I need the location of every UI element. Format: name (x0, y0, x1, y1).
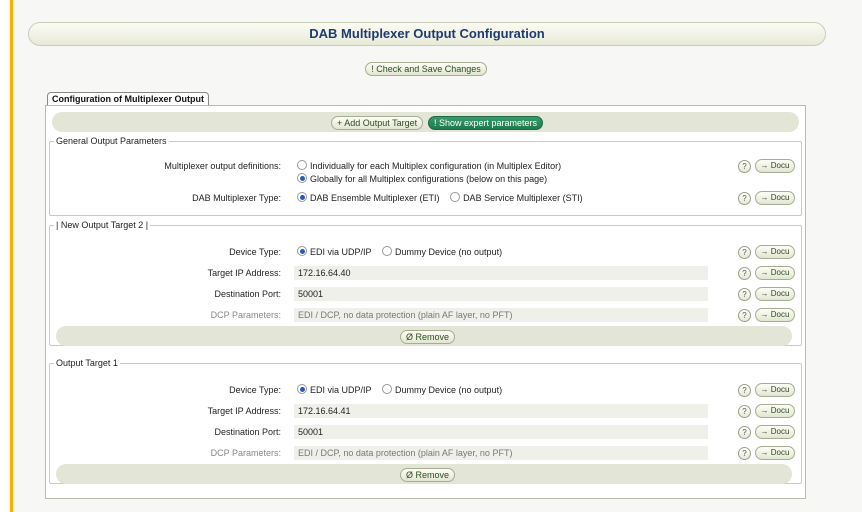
target-ip-label: Target IP Address: (207, 406, 281, 416)
check-save-button[interactable]: ! Check and Save Changes (365, 62, 487, 76)
mux-defs-option-2: Globally for all Multiplex configuration… (297, 171, 547, 187)
help-icon[interactable]: ? (738, 426, 751, 439)
add-output-target-button[interactable]: + Add Output Target (331, 116, 424, 130)
mux-defs-option-2-text: Globally for all Multiplex configuration… (310, 174, 548, 184)
docu-button[interactable]: → Docu (755, 383, 795, 397)
config-panel: + Add Output Target ! Show expert parame… (45, 105, 806, 499)
radio-edi[interactable] (297, 384, 307, 394)
radio-globally[interactable] (297, 173, 307, 183)
help-icon[interactable]: ? (738, 192, 751, 205)
dcp-parameters-select[interactable]: EDI / DCP, no data protection (plain AF … (294, 446, 708, 460)
device-type-label: Device Type: (229, 385, 281, 395)
target-ip-input[interactable]: 172.16.64.40 (294, 266, 708, 280)
show-expert-parameters-button[interactable]: ! Show expert parameters (428, 116, 544, 130)
mux-defs-option-1-text: Individually for each Multiplex configur… (310, 161, 562, 171)
tab-multiplexer-output[interactable]: Configuration of Multiplexer Output (47, 92, 209, 106)
docu-button[interactable]: → Docu (755, 446, 795, 460)
destination-port-row: Destination Port: 50001 ? → Docu (50, 286, 801, 302)
remove-button[interactable]: Ø Remove (400, 330, 456, 344)
help-icon[interactable]: ? (738, 267, 751, 280)
device-type-row: Device Type: EDI via UDP/IP Dummy Device… (50, 382, 801, 398)
destination-port-label: Destination Port: (214, 427, 281, 437)
docu-button[interactable]: → Docu (755, 308, 795, 322)
device-type-options: EDI via UDP/IP Dummy Device (no output) (297, 382, 510, 398)
radio-dummy[interactable] (382, 246, 393, 256)
radio-dummy[interactable] (382, 384, 393, 394)
destination-port-input[interactable]: 50001 (294, 425, 708, 439)
mux-type-row: DAB Multiplexer Type: DAB Ensemble Multi… (50, 190, 801, 206)
device-option-1-text: EDI via UDP/IP (310, 385, 372, 395)
mux-type-label: DAB Multiplexer Type: (192, 193, 281, 203)
help-icon[interactable]: ? (738, 384, 751, 397)
docu-button[interactable]: → Docu (755, 425, 795, 439)
output-target-legend: Output Target 1 (56, 358, 118, 368)
target-ip-row: Target IP Address: 172.16.64.40 ? → Docu (50, 265, 801, 281)
remove-bar: Ø Remove (56, 464, 792, 484)
docu-button[interactable]: → Docu (755, 266, 795, 280)
destination-port-label: Destination Port: (214, 289, 281, 299)
help-icon[interactable]: ? (738, 405, 751, 418)
mux-type-option-2-text: DAB Service Multiplexer (STI) (463, 193, 583, 203)
help-icon[interactable]: ? (738, 246, 751, 259)
dcp-parameters-row: DCP Parameters: EDI / DCP, no data prote… (50, 445, 801, 461)
device-type-options: EDI via UDP/IP Dummy Device (no output) (297, 244, 510, 260)
device-option-1-text: EDI via UDP/IP (310, 247, 372, 257)
radio-individually[interactable] (297, 160, 307, 170)
dcp-parameters-label: DCP Parameters: (210, 310, 281, 320)
destination-port-input[interactable]: 50001 (294, 287, 708, 301)
docu-button[interactable]: → Docu (755, 245, 795, 259)
dcp-parameters-select[interactable]: EDI / DCP, no data protection (plain AF … (294, 308, 708, 322)
help-icon[interactable]: ? (738, 288, 751, 301)
general-output-group: General Output Parameters Multiplexer ou… (49, 136, 802, 216)
output-target-group: | New Output Target 2 | Device Type: EDI… (49, 220, 802, 346)
help-icon[interactable]: ? (738, 447, 751, 460)
output-target-group: Output Target 1 Device Type: EDI via UDP… (49, 358, 802, 484)
device-option-2-text: Dummy Device (no output) (395, 385, 503, 395)
output-target-legend: | New Output Target 2 | (56, 220, 149, 230)
dcp-parameters-label: DCP Parameters: (210, 448, 281, 458)
mux-defs-row-2: Globally for all Multiplex configuration… (50, 171, 801, 187)
dcp-parameters-row: DCP Parameters: EDI / DCP, no data prote… (50, 307, 801, 323)
docu-button[interactable]: → Docu (755, 191, 795, 205)
device-option-2-text: Dummy Device (no output) (395, 247, 503, 257)
docu-button[interactable]: → Docu (755, 404, 795, 418)
mux-type-options: DAB Ensemble Multiplexer (ETI) DAB Servi… (297, 190, 591, 206)
device-type-row: Device Type: EDI via UDP/IP Dummy Device… (50, 244, 801, 260)
page-title: DAB Multiplexer Output Configuration (28, 22, 826, 46)
docu-button[interactable]: → Docu (755, 287, 795, 301)
radio-eti[interactable] (297, 192, 307, 202)
mux-type-option-1-text: DAB Ensemble Multiplexer (ETI) (310, 193, 440, 203)
device-type-label: Device Type: (229, 247, 281, 257)
target-ip-label: Target IP Address: (207, 268, 281, 278)
target-ip-input[interactable]: 172.16.64.41 (294, 404, 708, 418)
help-icon[interactable]: ? (738, 309, 751, 322)
radio-sti[interactable] (450, 192, 461, 202)
remove-bar: Ø Remove (56, 326, 792, 346)
panel-toolbar: + Add Output Target ! Show expert parame… (52, 112, 799, 132)
radio-edi[interactable] (297, 246, 307, 256)
remove-button[interactable]: Ø Remove (400, 468, 456, 482)
target-ip-row: Target IP Address: 172.16.64.41 ? → Docu (50, 403, 801, 419)
destination-port-row: Destination Port: 50001 ? → Docu (50, 424, 801, 440)
general-output-legend: General Output Parameters (56, 136, 167, 146)
